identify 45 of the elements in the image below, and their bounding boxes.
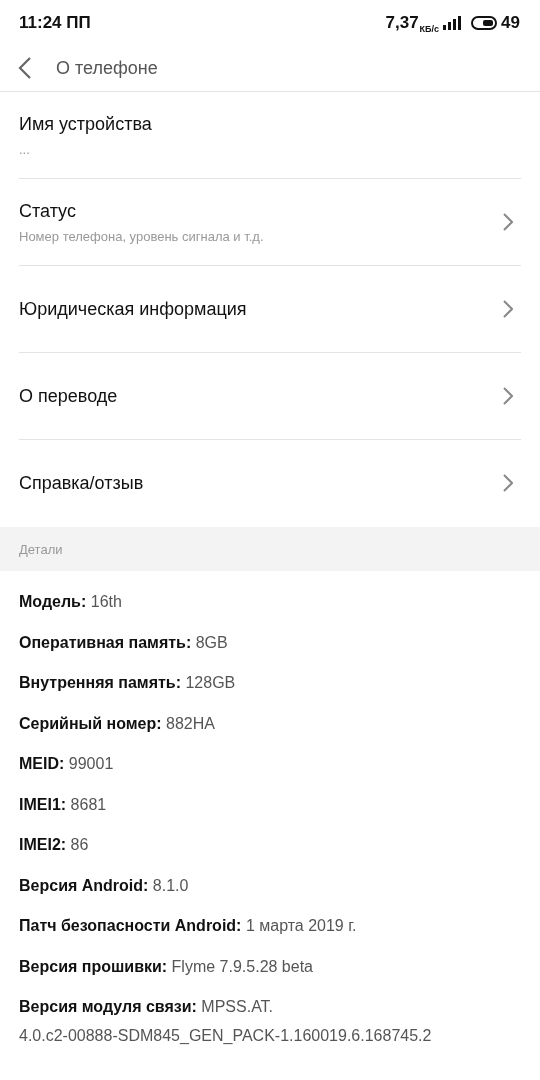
detail-value: 4.0.c2-00888-SDM845_GEN_PACK-1.160019.6.168745.2 [19,1026,432,1046]
detail-value: 1 марта 2019 г. [245,917,357,934]
section-title: Детали [19,541,63,557]
detail-value: 99001 [68,755,114,772]
detail-label: Версия прошивки: [19,957,168,975]
settings-item[interactable]: О переводе [19,353,521,440]
item-title: Имя устройства [19,113,152,135]
detail-value: 8681 [70,795,107,813]
battery-level: 49 [501,12,520,33]
detail-label: MEID: [19,755,65,772]
detail-label: Оперативная память: [19,633,192,651]
item-title: Юридическая информация [19,298,247,320]
settings-item[interactable]: Юридическая информация [19,266,521,353]
clock-time: 11:24 ПП [19,12,91,33]
item-title: Справка/отзыв [19,472,144,494]
settings-item[interactable]: Справка/отзыв [19,440,521,526]
detail-value: 882HA [166,714,215,732]
item-title: Статус [19,200,77,222]
network-speed: 7,37 [385,12,419,33]
detail-label: IMEI2: [19,836,67,853]
network-speed-unit: КБ/с [419,24,440,34]
detail-value: 8GB [195,633,228,651]
detail-label: Серийный номер: [19,714,162,732]
detail-label: Патч безопасности Android: [19,917,242,934]
settings-item[interactable]: Имя устройства ... [19,92,521,179]
detail-value: Flyme 7.9.5.28 beta [171,957,313,975]
detail-value: 16th [90,593,122,610]
detail-label: Модель: [19,593,87,610]
detail-value: 86 [70,836,89,853]
item-subtitle: ... [19,141,31,157]
signal-icon [443,15,462,30]
detail-value: 128GB [185,674,236,691]
detail-value: 8.1.0 [152,876,189,894]
back-button[interactable] [18,56,32,80]
detail-label: Внутренняя память: [19,674,181,691]
item-title: О переводе [19,385,118,407]
detail-label: IMEI1: [19,795,67,813]
item-subtitle: Номер телефона, уровень сигнала и т.д. [19,228,264,244]
detail-value: MPSS.AT. [201,998,274,1015]
back-icon [18,56,32,80]
page-title: О телефоне [56,57,158,79]
detail-label: Версия Android: [19,876,149,894]
battery-icon [471,15,498,30]
detail-label: Версия модуля связи: [19,998,197,1015]
settings-item[interactable]: Статус Номер телефона, уровень сигнала и т.д. [19,179,521,266]
